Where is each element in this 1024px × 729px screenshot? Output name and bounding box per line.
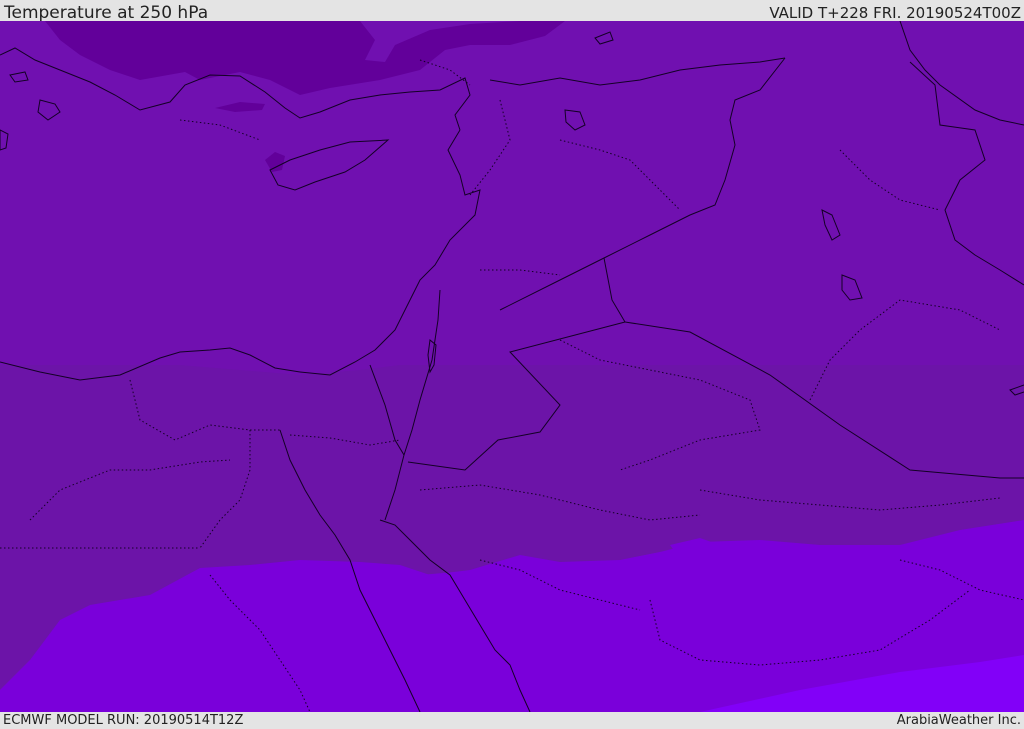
footer-bar: ECMWF MODEL RUN: 20190514T12Z ArabiaWeat… <box>0 712 1024 729</box>
temperature-map <box>0 21 1024 712</box>
credit-text: ArabiaWeather Inc. <box>896 713 1021 728</box>
model-run: ECMWF MODEL RUN: 20190514T12Z <box>3 713 244 728</box>
valid-time: VALID T+228 FRI. 20190524T00Z <box>769 4 1021 22</box>
map-title: Temperature at 250 hPa <box>4 3 209 23</box>
header-bar: Temperature at 250 hPa VALID T+228 FRI. … <box>0 0 1024 23</box>
